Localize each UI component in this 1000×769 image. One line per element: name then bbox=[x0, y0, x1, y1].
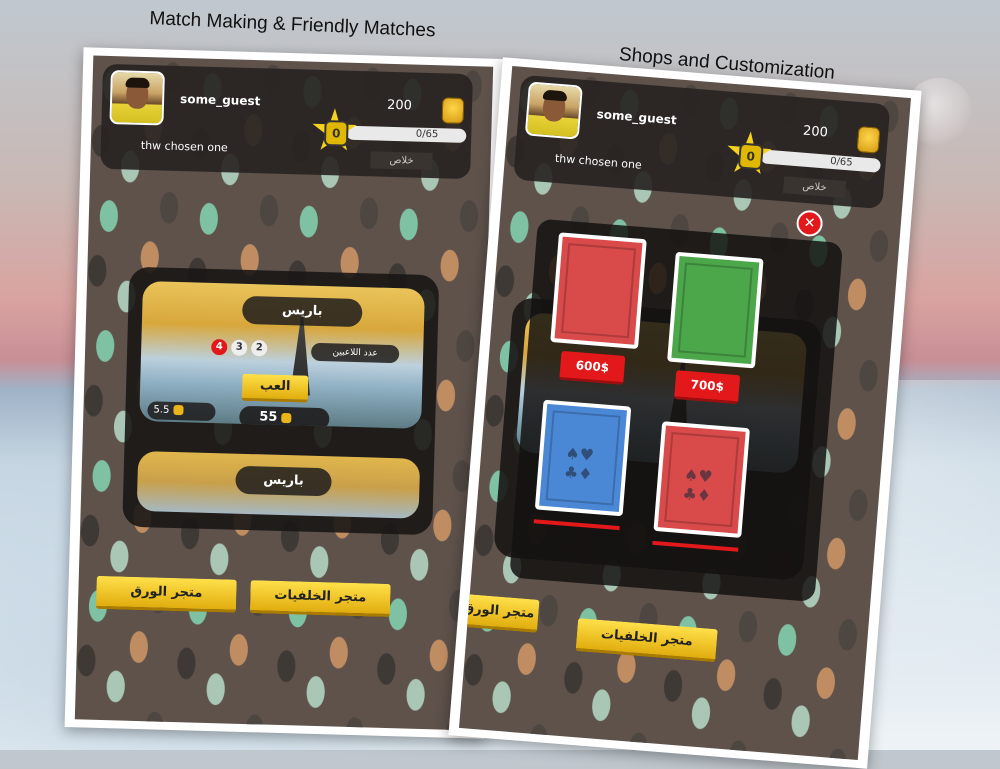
card-suits-icon: ♠♥ ♣♦ bbox=[563, 443, 595, 484]
username: some_guest bbox=[179, 91, 261, 109]
entry-fee: 5.5 bbox=[147, 401, 216, 422]
xp-progress-bar: 0/65 bbox=[760, 149, 882, 173]
username: some_guest bbox=[596, 106, 678, 128]
prize-amount: 55 bbox=[239, 405, 330, 429]
avatar[interactable] bbox=[109, 70, 165, 126]
player-count-option-3[interactable]: 3 bbox=[231, 339, 248, 356]
players-count-label: عدد اللاعبين bbox=[310, 342, 400, 364]
coin-count: 200 bbox=[802, 123, 829, 141]
prize-value: 55 bbox=[259, 409, 278, 425]
background-shop-button[interactable]: متجر الخلفيات bbox=[575, 618, 718, 663]
city-name: باريس bbox=[241, 295, 363, 328]
entry-fee-value: 5.5 bbox=[153, 404, 170, 416]
player-title: thw chosen one bbox=[140, 138, 228, 155]
app-screen: some_guest thw chosen one 200 0/65 0 خلا… bbox=[74, 55, 494, 731]
coin-count: 200 bbox=[386, 97, 413, 114]
coin-icon bbox=[173, 404, 184, 416]
level-number: 0 bbox=[323, 120, 349, 147]
phone-screenshot-shop: some_guest thw chosen one 200 0/65 0 خلا… bbox=[448, 57, 922, 769]
close-icon[interactable]: ✕ bbox=[795, 209, 824, 238]
xp-text: 0/65 bbox=[415, 128, 439, 141]
city-card-paris[interactable]: باريس 4 3 2 عدد اللاعبين العب 5.5 55 bbox=[139, 281, 425, 429]
card-shop-button[interactable]: متجر الورق bbox=[459, 593, 540, 633]
background-shop-button[interactable]: متجر الخلفيات bbox=[249, 580, 391, 618]
city-name: باريس bbox=[235, 465, 332, 497]
phone-screenshot-matchmaking: some_guest thw chosen one 200 0/65 0 خلا… bbox=[64, 47, 504, 739]
xp-text: 0/65 bbox=[829, 155, 854, 169]
price-tag[interactable]: 700$ bbox=[674, 370, 741, 405]
selection-indicator bbox=[533, 519, 620, 531]
coin-icon[interactable] bbox=[441, 97, 465, 124]
price-tag[interactable]: 600$ bbox=[559, 350, 626, 385]
card-back-red[interactable] bbox=[550, 232, 647, 350]
rank-label: خلاص bbox=[370, 151, 433, 171]
coin-icon bbox=[281, 412, 292, 423]
avatar[interactable] bbox=[524, 81, 583, 140]
caption-left: Match Making & Friendly Matches bbox=[149, 8, 436, 42]
rank-label: خلاص bbox=[782, 176, 847, 199]
profile-header: some_guest thw chosen one 200 0/65 0 خلا… bbox=[100, 63, 473, 180]
coin-icon[interactable] bbox=[856, 125, 881, 154]
city-card-paris-2[interactable]: باريس bbox=[136, 450, 421, 519]
level-number: 0 bbox=[737, 142, 764, 171]
card-shop-dialog: 600$ 700$ ♠♥ ♣♦ ♠♥ ♣♦ bbox=[509, 218, 844, 602]
card-back-green[interactable] bbox=[667, 251, 764, 369]
card-shop-button[interactable]: متجر الورق bbox=[95, 575, 237, 613]
player-count-option-4[interactable]: 4 bbox=[211, 338, 228, 356]
xp-progress-bar: 0/65 bbox=[346, 125, 467, 143]
profile-header: some_guest thw chosen one 200 0/65 0 خلا… bbox=[513, 74, 891, 210]
play-button[interactable]: العب bbox=[241, 373, 309, 403]
card-back-red-suits[interactable]: ♠♥ ♣♦ bbox=[653, 421, 750, 538]
player-count-option-2[interactable]: 2 bbox=[251, 340, 268, 357]
card-suits-icon: ♠♥ ♣♦ bbox=[681, 465, 714, 506]
card-back-blue[interactable]: ♠♥ ♣♦ bbox=[534, 399, 632, 517]
app-screen: some_guest thw chosen one 200 0/65 0 خلا… bbox=[459, 66, 911, 760]
player-title: thw chosen one bbox=[554, 151, 643, 172]
match-panel: باريس 4 3 2 عدد اللاعبين العب 5.5 55 بار… bbox=[122, 266, 440, 536]
selection-indicator bbox=[652, 540, 739, 552]
